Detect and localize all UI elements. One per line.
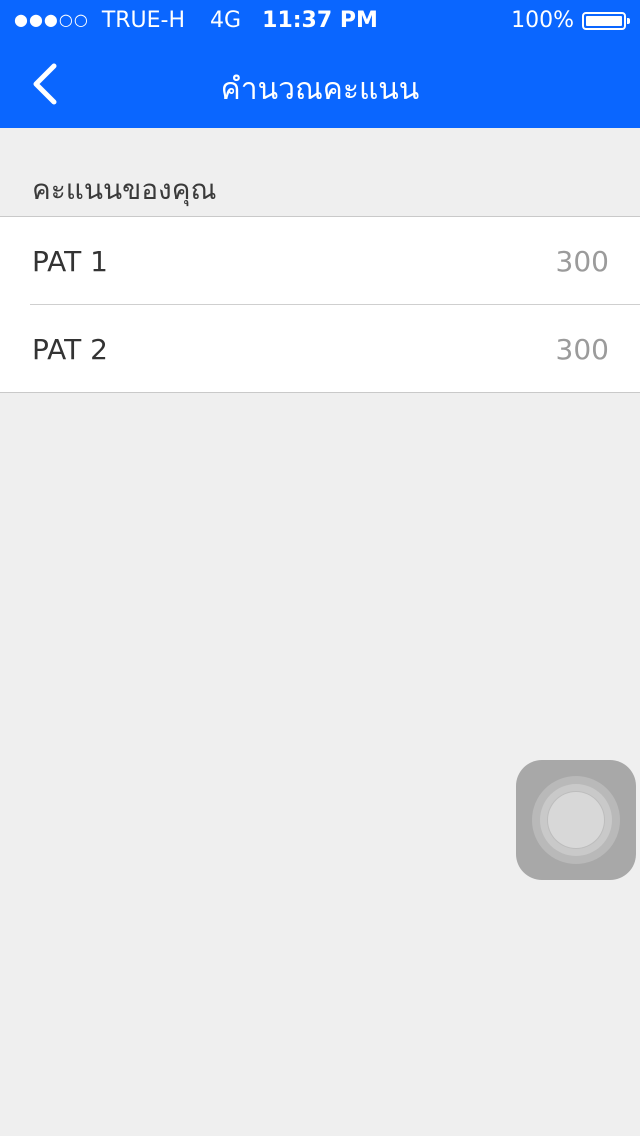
battery-nub (627, 17, 630, 24)
score-list: PAT 1 300 PAT 2 300 (0, 216, 640, 393)
status-right: 100% (511, 8, 630, 33)
status-bar: ●●●○○ TRUE-H 4G 11:37 PM 100% (0, 0, 640, 40)
score-value: 300 (555, 333, 609, 366)
page-title: คำนวณคะแนน (220, 72, 420, 107)
assistive-touch-core-icon (548, 792, 604, 848)
section-header: คะแนนของคุณ (32, 173, 217, 206)
score-label: PAT 1 (32, 245, 108, 278)
score-value: 300 (555, 245, 609, 278)
battery-fill (586, 15, 622, 26)
score-row-pat1[interactable]: PAT 1 300 (0, 217, 640, 304)
battery-icon (582, 11, 630, 30)
battery-percentage: 100% (511, 8, 574, 33)
navigation-bar: คำนวณคะแนน (0, 40, 640, 128)
top-bar: ●●●○○ TRUE-H 4G 11:37 PM 100% คำนวณคะแนน (0, 0, 640, 128)
score-row-pat2[interactable]: PAT 2 300 (30, 304, 640, 392)
assistive-touch-button[interactable] (516, 760, 636, 880)
score-label: PAT 2 (32, 333, 108, 366)
